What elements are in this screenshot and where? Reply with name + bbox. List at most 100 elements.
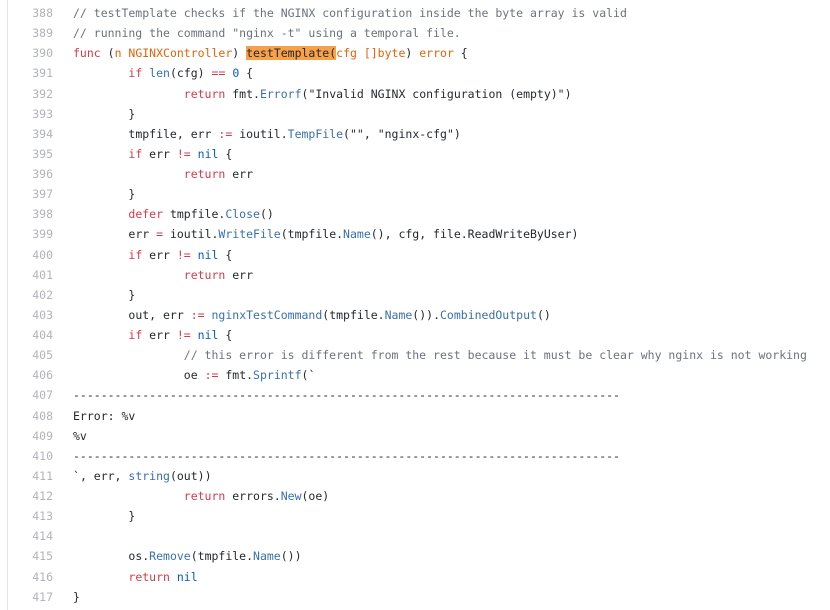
line-number[interactable]: 412 [8, 486, 73, 506]
line-number[interactable]: 389 [8, 23, 73, 43]
line-source: out, err := nginxTestCommand(tmpfile.Nam… [73, 305, 551, 325]
code-token: (), cfg, file.ReadWriteByUser) [370, 227, 579, 242]
code-token: nil [176, 569, 198, 584]
code-token: errors. [225, 489, 281, 503]
line-source: if err != nil { [73, 325, 232, 345]
line-number[interactable]: 414 [8, 526, 73, 546]
code-line: 396 return err [8, 164, 807, 184]
code-token: WriteFile [218, 227, 281, 242]
code-token: (out)) [169, 468, 212, 483]
code-token: } [73, 106, 136, 121]
code-token: Sprintf [253, 368, 302, 383]
line-number[interactable]: 400 [8, 245, 73, 265]
code-token: return [183, 489, 226, 503]
code-line: 395 if err != nil { [8, 144, 807, 164]
line-number[interactable]: 406 [8, 365, 73, 385]
code-line: 398 defer tmpfile.Close() [8, 204, 807, 224]
line-number[interactable]: 413 [8, 506, 73, 526]
line-source: defer tmpfile.Close() [73, 204, 273, 224]
line-number[interactable]: 417 [8, 587, 73, 607]
code-token: "nginx-cfg" [377, 126, 454, 141]
code-token: ) [564, 86, 572, 101]
line-number[interactable]: 390 [8, 43, 73, 63]
line-number[interactable]: 394 [8, 124, 73, 144]
code-token: error [419, 46, 454, 61]
code-token: cfg []byte [336, 46, 406, 61]
code-line: 410 -------------------------------------… [8, 446, 807, 466]
code-token: return [183, 167, 226, 181]
code-token: Close [225, 207, 260, 222]
line-number[interactable]: 409 [8, 426, 73, 446]
code-viewer: 388// testTemplate checks if the NGINX c… [7, 0, 830, 610]
code-token: ` [73, 468, 80, 483]
line-number[interactable]: 396 [8, 164, 73, 184]
line-source: } [73, 587, 80, 607]
code-line: 388// testTemplate checks if the NGINX c… [8, 3, 807, 23]
line-number[interactable]: 408 [8, 406, 73, 426]
line-number[interactable]: 397 [8, 184, 73, 204]
code-line: 409 %v [8, 426, 807, 446]
code-token: n NGINXController [114, 46, 233, 61]
line-number[interactable]: 410 [8, 446, 73, 466]
line-number[interactable]: 388 [8, 3, 73, 23]
line-number[interactable]: 403 [8, 305, 73, 325]
code-listing: 388// testTemplate checks if the NGINX c… [8, 3, 807, 607]
line-number[interactable]: 416 [8, 567, 73, 587]
code-token: // running the command "nginx -t" using … [73, 26, 461, 41]
line-source: return err [73, 265, 253, 285]
code-line: 403 out, err := nginxTestCommand(tmpfile… [8, 305, 807, 325]
code-token: ) [453, 126, 461, 141]
code-token: ) [405, 46, 420, 61]
code-token: ( [343, 126, 350, 141]
code-token: return [183, 86, 226, 101]
code-token: TempFile [287, 126, 344, 141]
code-token: { [218, 247, 233, 262]
line-number[interactable]: 411 [8, 466, 73, 486]
code-token: func [73, 46, 101, 61]
code-line: 393 } [8, 104, 807, 124]
code-token: os. [73, 549, 150, 564]
line-number[interactable]: 402 [8, 285, 73, 305]
line-number[interactable]: 404 [8, 325, 73, 345]
code-token: (tmpfile. [190, 549, 254, 564]
line-source: func (n NGINXController) testTemplate(cf… [73, 43, 468, 63]
line-number[interactable]: 393 [8, 104, 73, 124]
line-number[interactable]: 392 [8, 84, 73, 104]
line-number[interactable]: 401 [8, 265, 73, 285]
line-number[interactable]: 399 [8, 224, 73, 244]
code-token: () [536, 307, 551, 322]
line-number[interactable]: 407 [8, 385, 73, 405]
code-token: } [73, 287, 136, 302]
code-token: err [225, 267, 254, 282]
line-source: %v [73, 426, 87, 446]
line-source: os.Remove(tmpfile.Name()) [73, 546, 301, 566]
line-number[interactable]: 415 [8, 546, 73, 566]
code-token: if [128, 328, 143, 342]
code-token: (oe) [301, 489, 330, 503]
code-token: } [73, 589, 80, 604]
code-token: "" [349, 126, 364, 141]
code-token: oe [73, 368, 205, 383]
code-token: fmt. [225, 86, 260, 101]
code-token: nginxTestCommand [211, 307, 323, 322]
line-number[interactable]: 398 [8, 204, 73, 224]
code-line: 397 } [8, 184, 807, 204]
line-number[interactable]: 391 [8, 63, 73, 83]
line-source: return fmt.Errorf("Invalid NGINX configu… [73, 84, 572, 104]
line-source: ----------------------------------------… [73, 385, 620, 405]
code-token: , [363, 126, 378, 141]
line-number[interactable]: 395 [8, 144, 73, 164]
code-token: err [142, 247, 177, 262]
line-number[interactable]: 405 [8, 345, 73, 365]
code-line: 417} [8, 587, 807, 607]
code-token: := [190, 307, 205, 322]
code-token: := [218, 126, 233, 141]
code-line: 399 err = ioutil.WriteFile(tmpfile.Name(… [8, 224, 807, 244]
